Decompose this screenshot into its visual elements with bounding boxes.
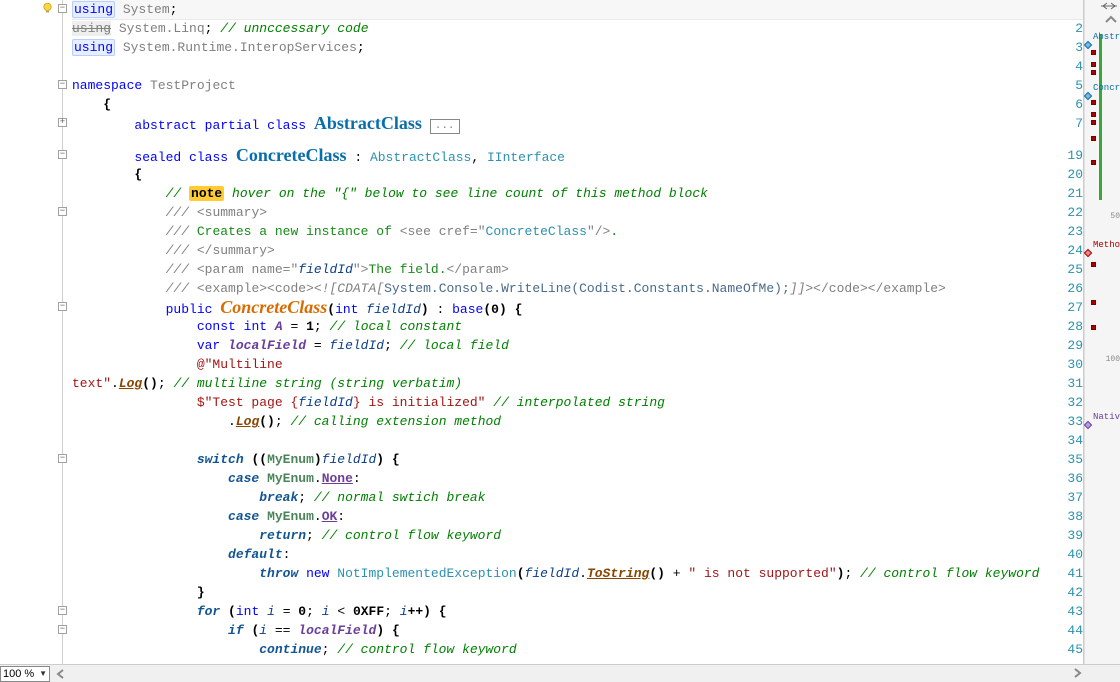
code-line[interactable]: throw new NotImplementedException(fieldI…	[72, 564, 1083, 583]
chevron-down-icon: ▼	[39, 669, 47, 678]
error-marker[interactable]	[1091, 136, 1096, 141]
zoom-value: 100 %	[3, 668, 34, 680]
lightbulb-icon[interactable]	[41, 2, 54, 15]
fold-collapse-icon[interactable]: −	[58, 302, 67, 311]
type-marker-icon[interactable]	[1084, 41, 1092, 49]
error-marker[interactable]	[1091, 100, 1096, 105]
type-marker-label[interactable]: Native	[1093, 412, 1120, 422]
code-line[interactable]: const int A = 1; // local constant	[72, 317, 1083, 336]
code-line[interactable]: namespace TestProject	[72, 76, 1083, 95]
code-line[interactable]: continue; // control flow keyword	[72, 640, 1083, 659]
code-line[interactable]: case MyEnum.OK:	[72, 507, 1083, 526]
code-line[interactable]: var localField = fieldId; // local field	[72, 336, 1083, 355]
type-marker-label[interactable]: Abstrac	[1093, 32, 1120, 42]
error-marker[interactable]	[1091, 120, 1096, 125]
error-marker[interactable]	[1091, 70, 1096, 75]
zoom-selector[interactable]: 100 % ▼	[0, 666, 50, 682]
split-handle-icon[interactable]	[1100, 0, 1118, 10]
scroll-up-icon[interactable]	[1105, 13, 1117, 23]
error-marker[interactable]	[1091, 112, 1096, 117]
line-number-gutter: 1234567192021222324252627282930313233343…	[0, 0, 40, 664]
code-line[interactable]: .Log(); // calling extension method	[72, 412, 1083, 431]
code-line[interactable]: /// <example><code><![CDATA[System.Conso…	[72, 279, 1083, 298]
code-line[interactable]: /// <summary>	[72, 203, 1083, 222]
error-marker[interactable]	[1091, 160, 1096, 165]
type-marker-icon[interactable]	[1084, 92, 1092, 100]
change-indicator	[1099, 34, 1102, 200]
fold-collapse-icon[interactable]: −	[58, 4, 67, 13]
code-line[interactable]: sealed class ConcreteClass : AbstractCla…	[72, 146, 1083, 165]
error-marker[interactable]	[1091, 300, 1096, 305]
code-line[interactable]: break; // normal swtich break	[72, 488, 1083, 507]
status-bar: 100 % ▼	[0, 664, 1120, 682]
code-editor[interactable]: 1234567192021222324252627282930313233343…	[0, 0, 1084, 664]
error-marker[interactable]	[1091, 62, 1096, 67]
code-line[interactable]	[72, 431, 1083, 450]
fold-collapse-icon[interactable]: −	[58, 150, 67, 159]
line-tick: 100	[1106, 355, 1120, 364]
code-line[interactable]: /// <param name="fieldId">The field.</pa…	[72, 260, 1083, 279]
fold-expand-icon[interactable]: +	[58, 118, 67, 127]
code-line[interactable]: switch ((MyEnum)fieldId) {	[72, 450, 1083, 469]
lightbulb-gutter	[40, 0, 56, 664]
error-marker[interactable]	[1091, 325, 1096, 330]
marker-bar[interactable]: Abstrac Concre Method Native 50 100	[1084, 0, 1120, 664]
type-marker-icon[interactable]	[1084, 421, 1092, 429]
code-line[interactable]: for (int i = 0; i < 0XFF; i++) {	[72, 602, 1083, 621]
fold-gutter: − − + − − − − − −	[56, 0, 72, 664]
error-marker[interactable]	[1091, 50, 1096, 55]
code-line[interactable]: text".Log(); // multiline string (string…	[72, 374, 1083, 393]
code-line[interactable]: @"Multiline	[72, 355, 1083, 374]
line-tick: 50	[1110, 212, 1120, 221]
scroll-right-icon[interactable]	[1070, 666, 1084, 680]
code-line[interactable]: }	[72, 583, 1083, 602]
type-marker-label[interactable]: Method	[1093, 240, 1120, 250]
code-line[interactable]: using System;	[72, 0, 1083, 19]
fold-collapse-icon[interactable]: −	[58, 207, 67, 216]
code-line[interactable]	[72, 57, 1083, 76]
code-line[interactable]: public ConcreteClass(int fieldId) : base…	[72, 298, 1083, 317]
code-line[interactable]: abstract partial class AbstractClass ...	[72, 114, 1083, 133]
code-line[interactable]: using System.Runtime.InteropServices;	[72, 38, 1083, 57]
scroll-left-icon[interactable]	[54, 667, 68, 681]
code-line[interactable]: if (i == localField) {	[72, 621, 1083, 640]
code-line[interactable]: {	[72, 165, 1083, 184]
code-line[interactable]: case MyEnum.None:	[72, 469, 1083, 488]
type-marker-label[interactable]: Concre	[1093, 83, 1120, 93]
code-line[interactable]: {	[72, 95, 1083, 114]
code-line[interactable]: $"Test page {fieldId} is initialized" //…	[72, 393, 1083, 412]
error-marker[interactable]	[1091, 262, 1096, 267]
fold-collapse-icon[interactable]: −	[58, 606, 67, 615]
type-marker-icon[interactable]	[1084, 249, 1092, 257]
fold-collapse-icon[interactable]: −	[58, 625, 67, 634]
code-line[interactable]: /// </summary>	[72, 241, 1083, 260]
fold-collapse-icon[interactable]: −	[58, 454, 67, 463]
code-line[interactable]: // note hover on the "{" below to see li…	[72, 184, 1083, 203]
code-line[interactable]: default:	[72, 545, 1083, 564]
collapsed-region[interactable]: ...	[430, 119, 460, 134]
fold-collapse-icon[interactable]: −	[58, 80, 67, 89]
code-area[interactable]: using System;using System.Linq; // unncc…	[72, 0, 1083, 664]
code-line[interactable]: return; // control flow keyword	[72, 526, 1083, 545]
code-line[interactable]: /// Creates a new instance of <see cref=…	[72, 222, 1083, 241]
code-line[interactable]: using System.Linq; // unnccessary code	[72, 19, 1083, 38]
